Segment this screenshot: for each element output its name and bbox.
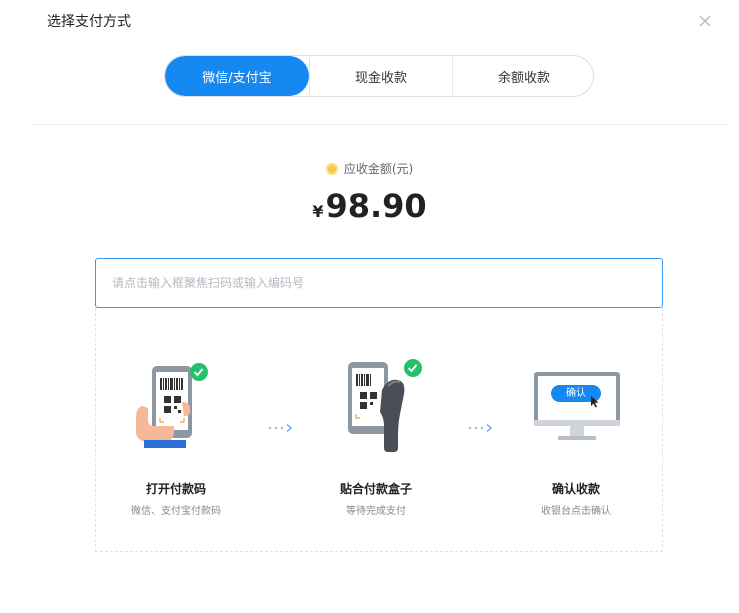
payment-tabs: 微信/支付宝 现金收款 余额收款 bbox=[164, 55, 594, 97]
step-subtitle: 收银台点击确认 bbox=[541, 506, 611, 517]
phone-payment-code-icon bbox=[136, 363, 208, 448]
step-subtitle: 等待完成支付 bbox=[346, 506, 406, 517]
amount-label-row: 应收金额(元) bbox=[0, 160, 739, 178]
amount-label: 应收金额(元) bbox=[343, 162, 414, 176]
amount-due: ¥98.90 bbox=[0, 186, 739, 232]
payment-steps: 打开付款码 微信、支付宝付款码 贴合付款盒子 等待完成支付 确认 确认收款 收银… bbox=[95, 308, 663, 552]
dialog-title: 选择支付方式 bbox=[47, 14, 131, 30]
close-icon[interactable] bbox=[697, 13, 713, 29]
amount-value: 98.90 bbox=[325, 187, 427, 225]
tab-wechat-alipay[interactable]: 微信/支付宝 bbox=[165, 56, 309, 96]
confirm-screen-label: 确认 bbox=[566, 388, 586, 399]
currency-symbol: ¥ bbox=[312, 202, 324, 221]
step-arrow-icon bbox=[268, 424, 292, 432]
scanner-box-icon bbox=[348, 359, 422, 452]
scan-code-input[interactable] bbox=[95, 258, 663, 308]
header-divider bbox=[30, 124, 728, 125]
tab-cash[interactable]: 现金收款 bbox=[309, 56, 452, 96]
step-arrow-icon bbox=[468, 424, 492, 432]
monitor-icon: 确认 bbox=[496, 356, 656, 466]
step-title: 打开付款码 bbox=[145, 482, 206, 496]
coin-icon bbox=[325, 163, 338, 175]
step-title: 确认收款 bbox=[551, 482, 600, 496]
payment-method-dialog: 选择支付方式 微信/支付宝 现金收款 余额收款 应收金额(元) ¥98.90 请… bbox=[0, 0, 739, 613]
step-subtitle: 微信、支付宝付款码 bbox=[131, 506, 221, 517]
step-title: 贴合付款盒子 bbox=[339, 482, 412, 496]
tab-balance[interactable]: 余额收款 bbox=[452, 56, 593, 96]
